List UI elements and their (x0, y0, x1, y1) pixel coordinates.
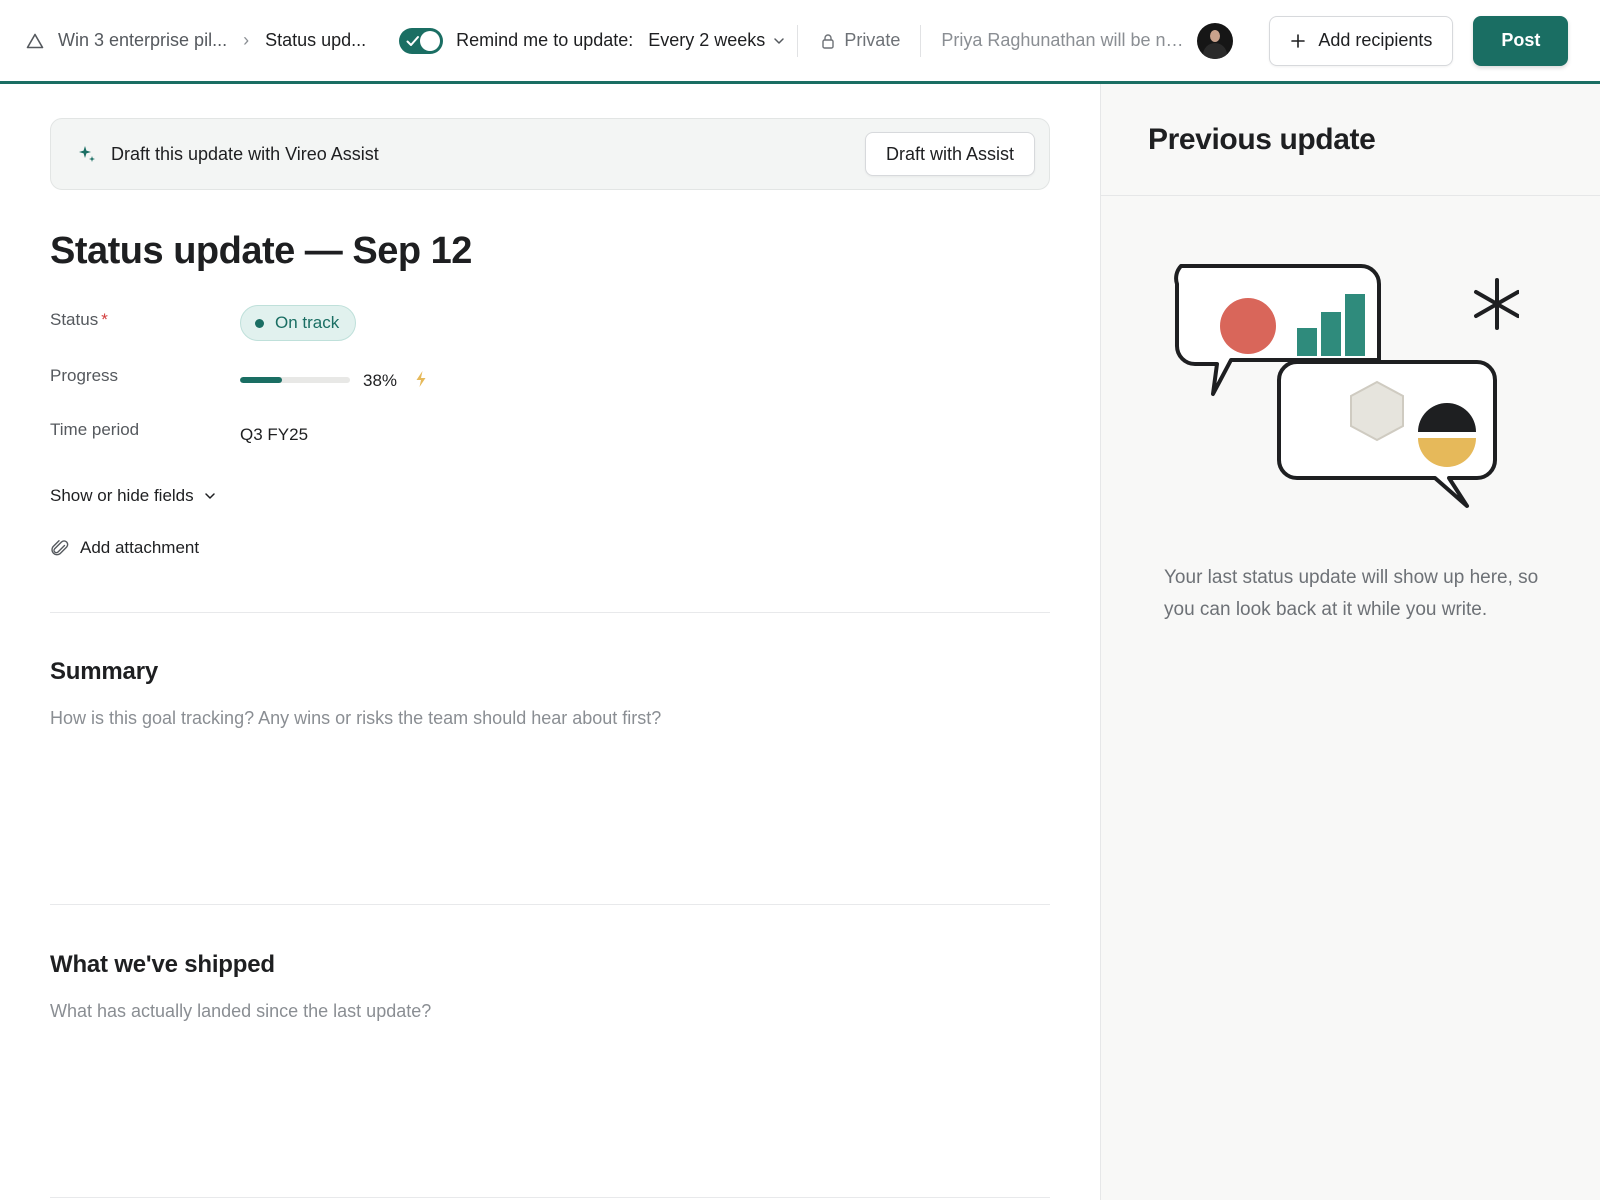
divider (50, 1197, 1050, 1198)
frequency-dropdown[interactable]: Every 2 weeks (648, 30, 785, 51)
page-title[interactable]: Status update — Sep 12 (50, 230, 472, 273)
notify-text: Priya Raghunathan will be no... (941, 30, 1186, 50)
lock-icon (822, 33, 835, 49)
check-icon (406, 35, 420, 46)
show-hide-label: Show or hide fields (50, 486, 194, 505)
status-label-text: Status (50, 310, 99, 329)
status-label: Status * (50, 310, 108, 330)
avatar-body (1203, 42, 1228, 59)
show-hide-fields-button[interactable]: Show or hide fields (50, 486, 216, 506)
shipped-title: What we've shipped (50, 951, 275, 978)
status-badge[interactable]: On track (240, 305, 357, 341)
toggle-knob (420, 30, 441, 51)
shipped-input[interactable] (50, 1001, 1050, 1151)
avatar[interactable] (1197, 22, 1234, 59)
chat-bubbles-illustration (1174, 264, 1519, 508)
top-bar: Win 3 enterprise pil... › Status upd... … (0, 0, 1600, 84)
empty-state-text: Your last status update will show up her… (1164, 567, 1539, 620)
panel-header: Previous update (1101, 84, 1600, 196)
period-label: Time period (50, 420, 140, 439)
status-value: On track (275, 313, 340, 332)
status-dot (255, 318, 264, 328)
add-recipients-label: Add recipients (1318, 30, 1433, 50)
plus-icon (1291, 33, 1306, 48)
assist-text: Draft this update with Vireo Assist (111, 143, 379, 164)
sparkle-icon (79, 146, 95, 162)
divider (797, 24, 799, 57)
breadcrumb-current: Status upd... (265, 30, 367, 50)
chevron-right-icon: › (243, 30, 250, 50)
progress-bar[interactable] (240, 377, 350, 383)
reminder-toggle[interactable] (399, 27, 444, 54)
remind-label: Remind me to update: (456, 30, 634, 50)
chevron-down-icon (204, 493, 215, 499)
divider (50, 612, 1050, 613)
panel-title: Previous update (1148, 122, 1376, 156)
progress-value[interactable]: 38% (363, 371, 397, 391)
privacy-button[interactable]: Private (820, 30, 900, 51)
progress-fill (240, 377, 282, 383)
required-mark: * (101, 310, 108, 329)
main-editor: Draft this update with Vireo Assist Draf… (0, 84, 1100, 1200)
draft-with-assist-button[interactable]: Draft with Assist (864, 132, 1035, 176)
add-attachment-label: Add attachment (80, 538, 200, 557)
progress-label: Progress (50, 366, 119, 385)
add-recipients-button[interactable]: Add recipients (1269, 15, 1454, 66)
breadcrumb-goal[interactable]: Win 3 enterprise pil... (58, 30, 227, 51)
breadcrumb: Win 3 enterprise pil... › Status upd... (26, 30, 366, 51)
triangle-icon (26, 33, 44, 48)
assist-banner: Draft this update with Vireo Assist Draf… (50, 118, 1050, 190)
summary-input[interactable] (50, 708, 1050, 858)
period-value[interactable]: Q3 FY25 (240, 425, 308, 445)
summary-title: Summary (50, 658, 158, 685)
divider (920, 24, 922, 57)
add-attachment-button[interactable]: Add attachment (50, 538, 199, 558)
privacy-label: Private (844, 30, 901, 50)
frequency-value: Every 2 weeks (648, 30, 766, 50)
paperclip-icon (51, 540, 69, 556)
avatar-face (1210, 29, 1221, 42)
divider (50, 904, 1050, 905)
previous-update-panel: Previous update Your last status update … (1100, 84, 1600, 1200)
bolt-icon[interactable] (414, 370, 428, 388)
post-button[interactable]: Post (1473, 15, 1569, 66)
chevron-down-icon (774, 37, 785, 44)
